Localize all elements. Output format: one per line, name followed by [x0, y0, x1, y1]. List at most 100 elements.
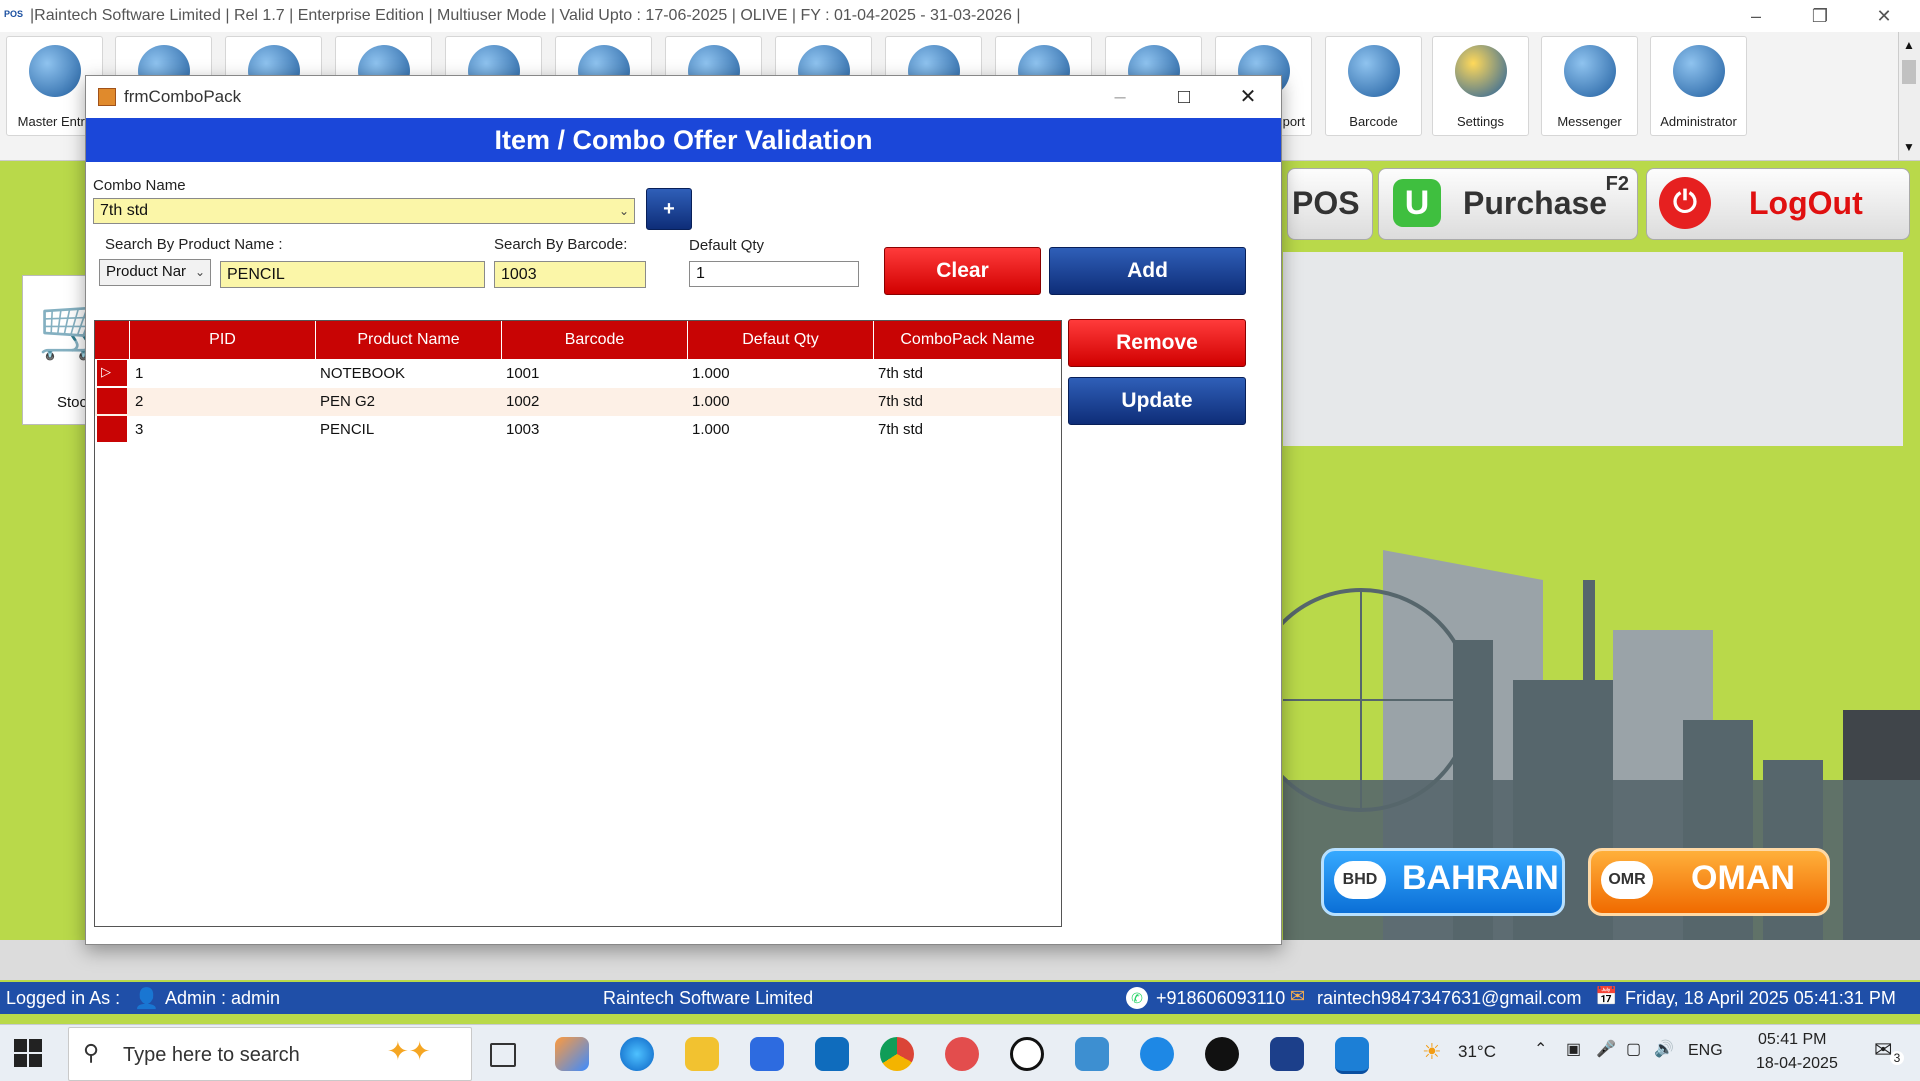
- security-app-icon[interactable]: [1205, 1037, 1239, 1071]
- column-header-combopack-name[interactable]: ComboPack Name: [874, 321, 1061, 359]
- oman-label: OMAN: [1691, 859, 1795, 897]
- table-row[interactable]: 3 PENCIL 1003 1.000 7th std: [95, 416, 1061, 444]
- remove-button[interactable]: Remove: [1068, 319, 1246, 367]
- barcode-tool[interactable]: Barcode: [1325, 36, 1422, 136]
- dialog-minimize-button[interactable]: –: [1098, 82, 1142, 112]
- app-close-button[interactable]: ✕: [1864, 4, 1904, 28]
- raintech-app-icon[interactable]: [1270, 1037, 1304, 1071]
- clock-date[interactable]: 18-04-2025: [1756, 1055, 1838, 1073]
- row-selector[interactable]: [97, 388, 127, 414]
- combo-name-value: 7th std: [100, 202, 149, 219]
- status-company: Raintech Software Limited: [603, 988, 814, 1008]
- combo-name-dropdown[interactable]: 7th std ⌄: [93, 198, 635, 224]
- logged-in-user: Admin : admin: [165, 988, 281, 1008]
- combo-name-label: Combo Name: [93, 177, 186, 194]
- scroll-up-icon: ▲: [1903, 38, 1915, 52]
- temperature: 31°C: [1458, 1042, 1496, 1061]
- update-button[interactable]: Update: [1068, 377, 1246, 425]
- search-type-dropdown[interactable]: Product Nar ⌄: [99, 259, 211, 286]
- scroll-thumb[interactable]: [1902, 60, 1916, 84]
- user-icon: 👤: [134, 988, 159, 1010]
- table-row[interactable]: ▷ 1 NOTEBOOK 1001 1.000 7th std: [95, 360, 1061, 388]
- chevron-up-icon[interactable]: ⌃: [1534, 1039, 1547, 1059]
- notes-icon[interactable]: [1075, 1037, 1109, 1071]
- row-selector[interactable]: ▷: [97, 360, 127, 386]
- column-header-default-qty[interactable]: Defaut Qty: [688, 321, 874, 359]
- cell-pid: 1: [135, 365, 144, 382]
- cell-default-qty: 1.000: [692, 365, 730, 382]
- oman-button[interactable]: OMR OMAN: [1588, 848, 1830, 916]
- windows-start-icon[interactable]: [14, 1039, 42, 1067]
- add-button[interactable]: Add: [1049, 247, 1246, 295]
- file-explorer-icon[interactable]: [685, 1037, 719, 1071]
- messenger-tool[interactable]: Messenger: [1541, 36, 1638, 136]
- add-combo-button[interactable]: +: [646, 188, 692, 230]
- purchase-label: Purchase: [1463, 185, 1608, 221]
- grid-header-row: PID Product Name Barcode Defaut Qty Comb…: [95, 321, 1061, 359]
- mail-icon: ✉: [1290, 986, 1306, 1006]
- language-indicator[interactable]: ENG: [1688, 1042, 1723, 1060]
- logout-label: LogOut: [1749, 185, 1863, 221]
- search-product-label: Search By Product Name :: [105, 236, 283, 253]
- dialog-window-title: frmComboPack: [124, 87, 242, 106]
- bahrain-currency-code: BHD: [1334, 861, 1386, 899]
- app-minimize-button[interactable]: –: [1736, 4, 1776, 28]
- cell-default-qty: 1.000: [692, 421, 730, 438]
- dialog-maximize-button[interactable]: □: [1162, 82, 1206, 112]
- taskbar-search[interactable]: ⚲ Type here to search ✦✦: [68, 1027, 472, 1081]
- messenger-app-icon[interactable]: [1140, 1037, 1174, 1071]
- column-header-product-name[interactable]: Product Name: [316, 321, 502, 359]
- pos-button[interactable]: POS: [1287, 168, 1373, 240]
- row-selector[interactable]: [97, 416, 127, 442]
- chevron-down-icon: ⌄: [194, 265, 206, 279]
- store-icon[interactable]: [750, 1037, 784, 1071]
- clock-time[interactable]: 05:41 PM: [1758, 1031, 1826, 1049]
- stock-label: Stoc: [57, 394, 88, 411]
- barcode-scanner-icon: [1348, 45, 1400, 97]
- settings-tool[interactable]: Settings: [1432, 36, 1529, 136]
- pos-label: POS: [1292, 185, 1360, 221]
- outlook-icon[interactable]: [815, 1037, 849, 1071]
- table-row[interactable]: 2 PEN G2 1002 1.000 7th std: [95, 388, 1061, 416]
- copilot-icon[interactable]: [555, 1037, 589, 1071]
- dialog-titlebar: frmComboPack – □ ✕: [86, 76, 1281, 118]
- chevron-down-icon: ⌄: [618, 204, 630, 218]
- product-name-input[interactable]: PENCIL: [220, 261, 485, 288]
- chrome-icon[interactable]: [880, 1037, 914, 1071]
- app-restore-button[interactable]: ❐: [1800, 4, 1840, 28]
- task-view-icon[interactable]: [490, 1043, 516, 1067]
- cell-product-name: PENCIL: [320, 421, 375, 438]
- combo-items-grid[interactable]: PID Product Name Barcode Defaut Qty Comb…: [94, 320, 1062, 927]
- volume-icon[interactable]: 🔊: [1654, 1039, 1674, 1059]
- dialog-close-button[interactable]: ✕: [1226, 82, 1270, 112]
- display-icon[interactable]: ▢: [1626, 1039, 1641, 1059]
- dialog-header: Item / Combo Offer Validation: [86, 118, 1281, 162]
- purchase-button[interactable]: U Purchase F2: [1378, 168, 1638, 240]
- logout-button[interactable]: ⏻ LogOut: [1646, 168, 1910, 240]
- form-icon: [98, 88, 116, 106]
- column-header-pid[interactable]: PID: [130, 321, 316, 359]
- edge-icon[interactable]: [620, 1037, 654, 1071]
- snipping-tool-icon[interactable]: [945, 1037, 979, 1071]
- network-icon[interactable]: ▣: [1566, 1039, 1581, 1059]
- background-panel: [1283, 252, 1903, 446]
- whatsapp-app-icon[interactable]: [1010, 1037, 1044, 1071]
- administrator-tool[interactable]: Administrator: [1650, 36, 1747, 136]
- microphone-icon[interactable]: 🎤: [1596, 1039, 1616, 1059]
- calendar-icon: 📅: [1595, 986, 1618, 1006]
- ribbon-scrollbar[interactable]: ▲ ▼: [1898, 32, 1920, 160]
- clear-button[interactable]: Clear: [884, 247, 1041, 295]
- weather-icon[interactable]: ☀: [1422, 1039, 1442, 1065]
- column-header-barcode[interactable]: Barcode: [502, 321, 688, 359]
- current-row-arrow-icon: ▷: [101, 364, 111, 379]
- stock-tile[interactable]: 🛒 Stoc: [22, 275, 112, 425]
- purchase-shortcut: F2: [1605, 173, 1629, 195]
- active-app-icon[interactable]: [1335, 1037, 1369, 1074]
- barcode-input[interactable]: 1003: [494, 261, 646, 288]
- scroll-down-icon: ▼: [1903, 140, 1915, 154]
- default-qty-input[interactable]: 1: [689, 261, 859, 287]
- bahrain-button[interactable]: BHD BAHRAIN: [1321, 848, 1565, 916]
- cell-barcode: 1001: [506, 365, 540, 382]
- row-selector-header: [95, 321, 130, 359]
- settings-label: Settings: [1457, 114, 1504, 129]
